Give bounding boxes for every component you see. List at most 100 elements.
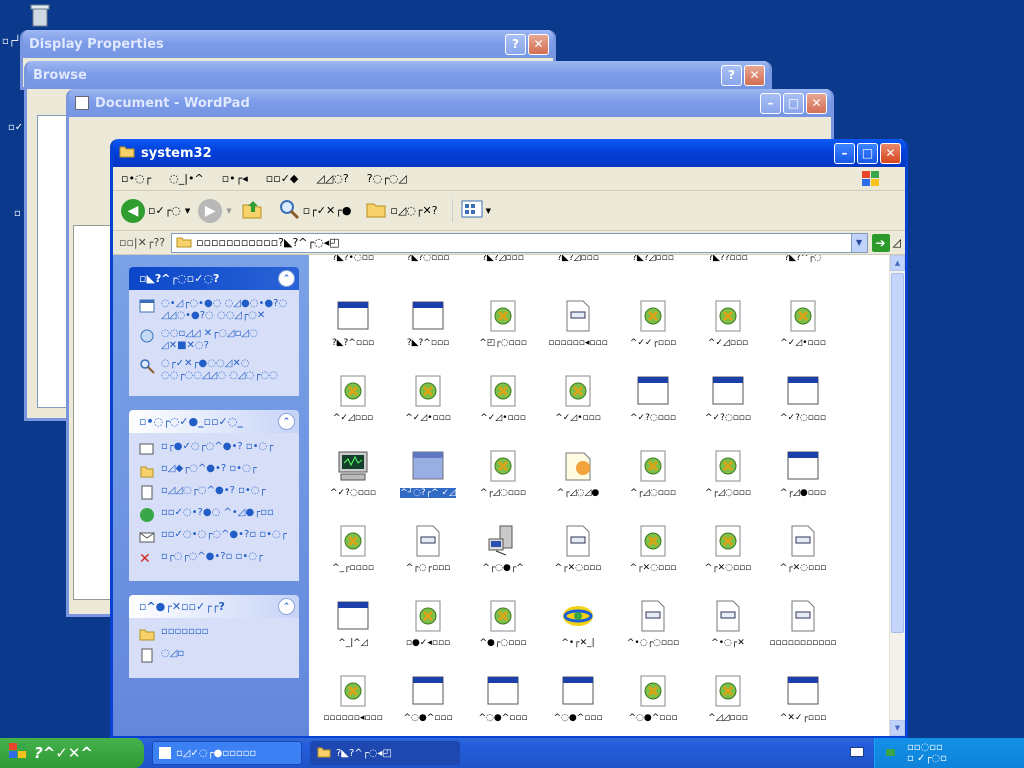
- search-button[interactable]: ▫┌✓✕┌●: [278, 198, 351, 223]
- minimize-button[interactable]: –: [834, 142, 855, 164]
- task-group-header[interactable]: ▫^●┌✕▫▫✓┌┌? ⌃: [129, 595, 299, 618]
- file-item[interactable]: ?◣?^┌◌: [767, 255, 839, 263]
- file-item[interactable]: ^◰┌◌▫▫▫: [467, 300, 539, 348]
- file-item[interactable]: ^┌✕◌▫▫▫: [542, 525, 614, 573]
- keyboard-icon[interactable]: [850, 747, 864, 757]
- recycle-bin-icon[interactable]: [26, 2, 54, 30]
- file-item[interactable]: ^┌✕◌▫▫▫: [617, 525, 689, 573]
- file-item[interactable]: ^✓?◌▫▫▫: [317, 450, 389, 498]
- file-item[interactable]: ^✓◿•▫▫▫: [392, 375, 464, 423]
- wordpad-document[interactable]: [73, 225, 113, 600]
- close-button[interactable]: ✕: [528, 33, 549, 55]
- file-item[interactable]: ^✓?◌▫▫▫: [767, 375, 839, 423]
- file-item[interactable]: ?◣??▫▫▫: [692, 255, 764, 263]
- taskbar-item-explorer[interactable]: ?◣?^┌◌◂◰: [310, 741, 460, 765]
- chevron-down-icon[interactable]: ▼: [850, 233, 867, 252]
- file-item[interactable]: ^✓?◌▫▫▫: [692, 375, 764, 423]
- task-item[interactable]: ▫▫▫▫▫▫▫: [139, 626, 293, 642]
- maximize-button[interactable]: □: [783, 92, 804, 114]
- file-item[interactable]: ^◌●^▫▫▫: [392, 675, 464, 723]
- vertical-scrollbar[interactable]: ▲ ▼: [889, 255, 905, 736]
- explorer-window[interactable]: system32 – □ ✕ ▫•◌┌ ◌_|•^ ▫•┌◂ ▫▫✓◆ ◿◿◌?…: [110, 139, 908, 739]
- task-item[interactable]: ◌┌✓✕┌●◌◌◿✕◌ ◌◌┌◌◌◿◿◌ ◌◿◌┌◌◌: [139, 358, 293, 382]
- file-item[interactable]: ^•┌✕_|: [542, 600, 614, 648]
- task-item[interactable]: ◌◿▫: [139, 648, 293, 664]
- task-group-header[interactable]: ▫◣?^┌◌▫✓◌? ⌃: [129, 267, 299, 290]
- menu-item[interactable]: ▫▫✓◆: [266, 172, 299, 185]
- help-button[interactable]: ?: [721, 64, 742, 86]
- start-button[interactable]: ?^✓✕^: [0, 738, 144, 768]
- file-item[interactable]: ?◣?◌▫▫▫: [392, 255, 464, 263]
- file-item[interactable]: ^✓◿•▫▫▫: [767, 300, 839, 348]
- chevron-down-icon[interactable]: ▼: [185, 207, 190, 215]
- minimize-button[interactable]: –: [760, 92, 781, 114]
- task-item[interactable]: ▫◿◿◌┌◌^●•? ▫•◌┌: [139, 485, 293, 501]
- file-item[interactable]: ^✓✓┌▫▫▫: [617, 300, 689, 348]
- task-item[interactable]: ▫▫✓◌•?●◌ ^•◿●┌▫▫: [139, 507, 293, 523]
- collapse-icon[interactable]: ⌃: [278, 270, 295, 287]
- back-button[interactable]: ◀ ▫✓┌◌ ▼: [121, 198, 190, 223]
- file-item[interactable]: ^┌◿◌◿●: [542, 450, 614, 498]
- close-button[interactable]: ✕: [880, 142, 901, 164]
- menu-item[interactable]: ▫•◌┌: [121, 172, 151, 185]
- file-item[interactable]: ^_┌▫▫▫▫: [317, 525, 389, 573]
- task-item[interactable]: ◌•◿┌◌•●◌ ◌◿●◌•●?◌ ◿◿◌•●?◌ ◌◌◿┌◌✕: [139, 298, 293, 322]
- task-item[interactable]: ▫▫✓◌•◌┌◌^●•?▫ ▫•◌┌: [139, 529, 293, 545]
- file-item[interactable]: ▫●✓◂▫▫▫: [392, 600, 464, 648]
- up-button[interactable]: [240, 197, 264, 224]
- file-item[interactable]: ^✓◿•▫▫▫: [467, 375, 539, 423]
- file-item[interactable]: ▫▫▫▫▫▫▫▫▫▫▫: [767, 600, 839, 648]
- chevron-down-icon[interactable]: ▼: [226, 207, 231, 215]
- file-item[interactable]: ?◣?◿▫▫▫: [467, 255, 539, 263]
- file-item[interactable]: ^◿◿▫▫▫: [692, 675, 764, 723]
- file-item[interactable]: ^◌●^▫▫▫: [617, 675, 689, 723]
- menu-item[interactable]: ▫•┌◂: [222, 172, 248, 185]
- collapse-icon[interactable]: ⌃: [278, 598, 295, 615]
- taskbar-item-wordpad[interactable]: ▫◿✓◌┌●▫▫▫▫▫: [152, 741, 302, 765]
- file-item[interactable]: ▫▫▫▫▫▫◂▫▫▫: [542, 300, 614, 348]
- maximize-button[interactable]: □: [857, 142, 878, 164]
- file-item[interactable]: ?◣?◿▫▫▫: [617, 255, 689, 263]
- address-input[interactable]: ▫▫▫▫▫▫▫▫▫▫▫?◣?^┌◌◂◰ ▼: [171, 232, 868, 253]
- file-item[interactable]: ^•◌┌◌▫▫▫: [617, 600, 689, 648]
- task-group-header[interactable]: ▫•◌┌◌✓●_▫▫✓◌_ ⌃: [129, 410, 299, 433]
- file-item[interactable]: ^┌◿◌▫▫▫: [692, 450, 764, 498]
- scroll-up-icon[interactable]: ▲: [890, 255, 905, 271]
- chevron-down-icon[interactable]: ▼: [486, 207, 491, 215]
- collapse-icon[interactable]: ⌃: [278, 413, 295, 430]
- scroll-thumb[interactable]: [891, 273, 904, 633]
- file-item[interactable]: ^◌●^▫▫▫: [467, 675, 539, 723]
- task-item[interactable]: ✕ ▫┌◌┌◌^●•?▫ ▫•◌┌: [139, 551, 293, 567]
- forward-button[interactable]: ▶ ▼: [198, 198, 232, 223]
- file-item[interactable]: ?◣?◿▫▫▫: [542, 255, 614, 263]
- file-item[interactable]: ^┌◌┌▫▫▫: [392, 525, 464, 573]
- file-item[interactable]: ^✓?◌▫▫▫: [617, 375, 689, 423]
- file-item[interactable]: ^┌◿◌▫▫▫: [617, 450, 689, 498]
- file-item[interactable]: ^✓◿▫▫▫: [317, 375, 389, 423]
- file-item[interactable]: ?◣?^▫▫▫: [392, 300, 464, 348]
- file-item[interactable]: ^┌✕◌▫▫▫: [767, 525, 839, 573]
- file-item[interactable]: ^┘◌?┌^ ✓◿: [392, 450, 464, 498]
- help-button[interactable]: ?: [505, 33, 526, 55]
- close-button[interactable]: ✕: [806, 92, 827, 114]
- scroll-down-icon[interactable]: ▼: [890, 720, 905, 736]
- file-item[interactable]: ^┌◿◌▫▫▫: [467, 450, 539, 498]
- views-button[interactable]: ▼: [451, 199, 491, 222]
- file-item[interactable]: ^✕✓┌▫▫▫: [767, 675, 839, 723]
- file-item[interactable]: ^┌◿●▫▫▫: [767, 450, 839, 498]
- menu-item[interactable]: ◿◿◌?: [316, 172, 348, 185]
- file-item[interactable]: ^●┌◌▫▫▫: [467, 600, 539, 648]
- file-item[interactable]: ^_|^◿: [317, 600, 389, 648]
- go-button[interactable]: ➔ ◿: [871, 233, 901, 252]
- menu-item[interactable]: ◌_|•^: [169, 172, 204, 185]
- file-list[interactable]: ?◣?•◌▫▫ ?◣?◌▫▫▫ ?◣?◿▫▫▫ ?◣?◿▫▫▫ ?◣?◿▫▫▫ ?◣??▫…: [309, 255, 905, 736]
- file-item[interactable]: ^┌✕◌▫▫▫: [692, 525, 764, 573]
- task-item[interactable]: ◌◌▫◿◿ ✕┌◌◿▫◿◌ ◿✕■✕◌?: [139, 328, 293, 352]
- file-item[interactable]: ^◌●^▫▫▫: [542, 675, 614, 723]
- file-item[interactable]: ^✓◿•▫▫▫: [542, 375, 614, 423]
- network-icon[interactable]: [885, 745, 899, 762]
- file-item[interactable]: ^┌◌●┌^: [467, 525, 539, 573]
- file-item[interactable]: ?◣?^▫▫▫: [317, 300, 389, 348]
- menu-item[interactable]: ?◌┌◌◿: [367, 172, 407, 185]
- task-item[interactable]: ▫◿◆┌◌^●•? ▫•◌┌: [139, 463, 293, 479]
